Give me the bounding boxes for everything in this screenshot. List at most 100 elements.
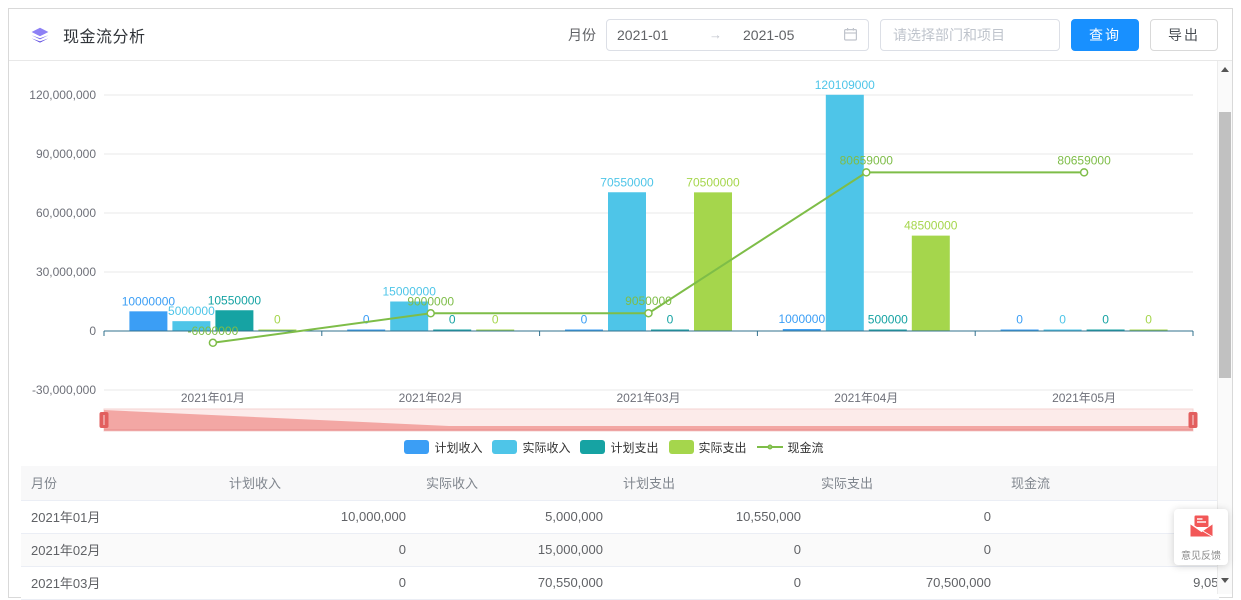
cell-计划支出: 0: [613, 533, 811, 566]
feedback-envelope-icon: [1188, 513, 1215, 544]
column-header-实际支出: 实际支出: [811, 466, 1001, 500]
cashflow-chart[interactable]: 120,000,00090,000,00060,000,00030,000,00…: [9, 9, 1219, 433]
bar-value-label: 0: [581, 313, 588, 327]
bar-value-label: 10550000: [208, 293, 262, 307]
date-end-input[interactable]: 2021-05: [743, 27, 835, 43]
bar-value-label: 0: [1102, 313, 1109, 327]
line-point: [863, 169, 870, 176]
cell-实际收入: 15,000,000: [416, 533, 613, 566]
bar-value-label: 48500000: [904, 219, 958, 233]
bar-value-label: 0: [449, 313, 456, 327]
bar-value-label: 70550000: [600, 175, 654, 189]
department-project-input[interactable]: [880, 19, 1060, 51]
legend-label: 计划支出: [610, 439, 658, 456]
column-header-现金流: 现金流: [1001, 466, 1219, 500]
feedback-label: 意见反馈: [1181, 547, 1221, 562]
date-start-input[interactable]: 2021-01: [617, 27, 709, 43]
cashflow-table: 月份计划收入实际收入计划支出实际支出现金流 2021年01月10,000,000…: [21, 466, 1219, 600]
column-header-实际收入: 实际收入: [416, 466, 613, 500]
chart-legend: 计划收入 实际收入 计划支出 实际支出 现金流: [9, 437, 1219, 457]
cell-月份: 2021年03月: [21, 566, 219, 599]
x-axis-label: 2021年03月: [616, 391, 680, 405]
scroll-up-button[interactable]: [1218, 61, 1232, 77]
month-field-label: 月份: [568, 25, 596, 45]
bar-value-label: 0: [492, 313, 499, 327]
legend-label: 现金流: [788, 439, 824, 456]
legend-swatch-icon: [404, 440, 429, 454]
query-button[interactable]: 查询: [1071, 19, 1139, 51]
x-axis-label: 2021年02月: [399, 391, 463, 405]
legend-item-计划支出[interactable]: 计划支出: [580, 439, 658, 456]
column-header-计划支出: 计划支出: [613, 466, 811, 500]
cashflow-table-wrap: 月份计划收入实际收入计划支出实际支出现金流 2021年01月10,000,000…: [9, 466, 1219, 600]
legend-label: 计划收入: [434, 439, 482, 456]
y-axis-tick-label: 0: [89, 324, 96, 338]
bar-实际收入: [608, 192, 646, 331]
table-row: 2021年01月10,000,0005,000,00010,550,0000-6…: [21, 500, 1219, 533]
column-header-计划收入: 计划收入: [219, 466, 416, 500]
y-axis-tick-label: 30,000,000: [36, 265, 96, 279]
bar-计划收入: [129, 311, 167, 331]
scroll-down-icon: [1221, 578, 1229, 583]
column-header-月份: 月份: [21, 466, 219, 500]
cell-现金流: 9,050,000: [1001, 566, 1219, 599]
date-range-arrow: →: [709, 27, 743, 42]
cell-计划支出: 0: [613, 566, 811, 599]
legend-label: 实际收入: [522, 439, 570, 456]
bar-value-label: 1000000: [778, 312, 825, 326]
legend-swatch-icon: [580, 440, 605, 454]
calendar-icon: [843, 27, 858, 42]
cell-实际支出: 70,500,000: [811, 566, 1001, 599]
bar-实际支出: [694, 192, 732, 331]
bar-value-label: 120109000: [815, 78, 875, 92]
x-axis-label: 2021年04月: [834, 391, 898, 405]
bar-value-label: 0: [1016, 313, 1023, 327]
y-axis-tick-label: 90,000,000: [36, 147, 96, 161]
cell-计划收入: 0: [219, 533, 416, 566]
line-value-label: 9050000: [625, 294, 672, 308]
line-value-label: 80659000: [840, 153, 894, 167]
feedback-badge[interactable]: 意见反馈: [1174, 509, 1228, 565]
cell-实际支出: 0: [811, 533, 1001, 566]
export-button[interactable]: 导出: [1150, 19, 1218, 51]
line-point: [427, 310, 434, 317]
cell-计划收入: 10,000,000: [219, 500, 416, 533]
line-point: [1081, 169, 1088, 176]
scrollbar-thumb[interactable]: [1219, 112, 1231, 378]
line-value-label: 80659000: [1057, 153, 1111, 167]
table-header-row: 月份计划收入实际收入计划支出实际支出现金流: [21, 466, 1219, 500]
app-header: 现金流分析 月份 2021-01 → 2021-05 查询 导出: [9, 9, 1232, 61]
cell-实际收入: 70,550,000: [416, 566, 613, 599]
cell-实际支出: 0: [811, 500, 1001, 533]
cell-月份: 2021年02月: [21, 533, 219, 566]
table-row: 2021年03月070,550,000070,500,0009,050,000: [21, 566, 1219, 599]
table-row: 2021年02月015,000,000009,000,000: [21, 533, 1219, 566]
page-title: 现金流分析: [63, 23, 146, 47]
legend-line-icon: [757, 446, 783, 448]
legend-swatch-icon: [669, 440, 694, 454]
line-value-label: 9000000: [407, 294, 454, 308]
y-axis-tick-label: 60,000,000: [36, 206, 96, 220]
bar-实际收入: [826, 95, 864, 331]
legend-item-实际收入[interactable]: 实际收入: [492, 439, 570, 456]
cell-实际收入: 5,000,000: [416, 500, 613, 533]
line-point: [645, 310, 652, 317]
bar-实际支出: [912, 236, 950, 331]
legend-swatch-icon: [492, 440, 517, 454]
bar-value-label: 0: [1059, 313, 1066, 327]
legend-item-计划收入[interactable]: 计划收入: [404, 439, 482, 456]
legend-item-现金流[interactable]: 现金流: [757, 439, 824, 456]
date-range-picker[interactable]: 2021-01 → 2021-05: [606, 19, 869, 51]
line-value-label: -6000000: [188, 324, 239, 338]
y-axis-tick-label: -30,000,000: [32, 383, 96, 397]
cell-月份: 2021年01月: [21, 500, 219, 533]
legend-item-实际支出[interactable]: 实际支出: [669, 439, 747, 456]
legend-label: 实际支出: [699, 439, 747, 456]
scroll-down-button[interactable]: [1218, 572, 1232, 588]
bar-value-label: 500000: [868, 313, 908, 327]
bar-value-label: 0: [274, 313, 281, 327]
x-axis-label: 2021年05月: [1052, 391, 1116, 405]
bar-value-label: 0: [667, 313, 674, 327]
layers-logo-icon: [29, 24, 51, 46]
bar-value-label: 70500000: [686, 175, 740, 189]
